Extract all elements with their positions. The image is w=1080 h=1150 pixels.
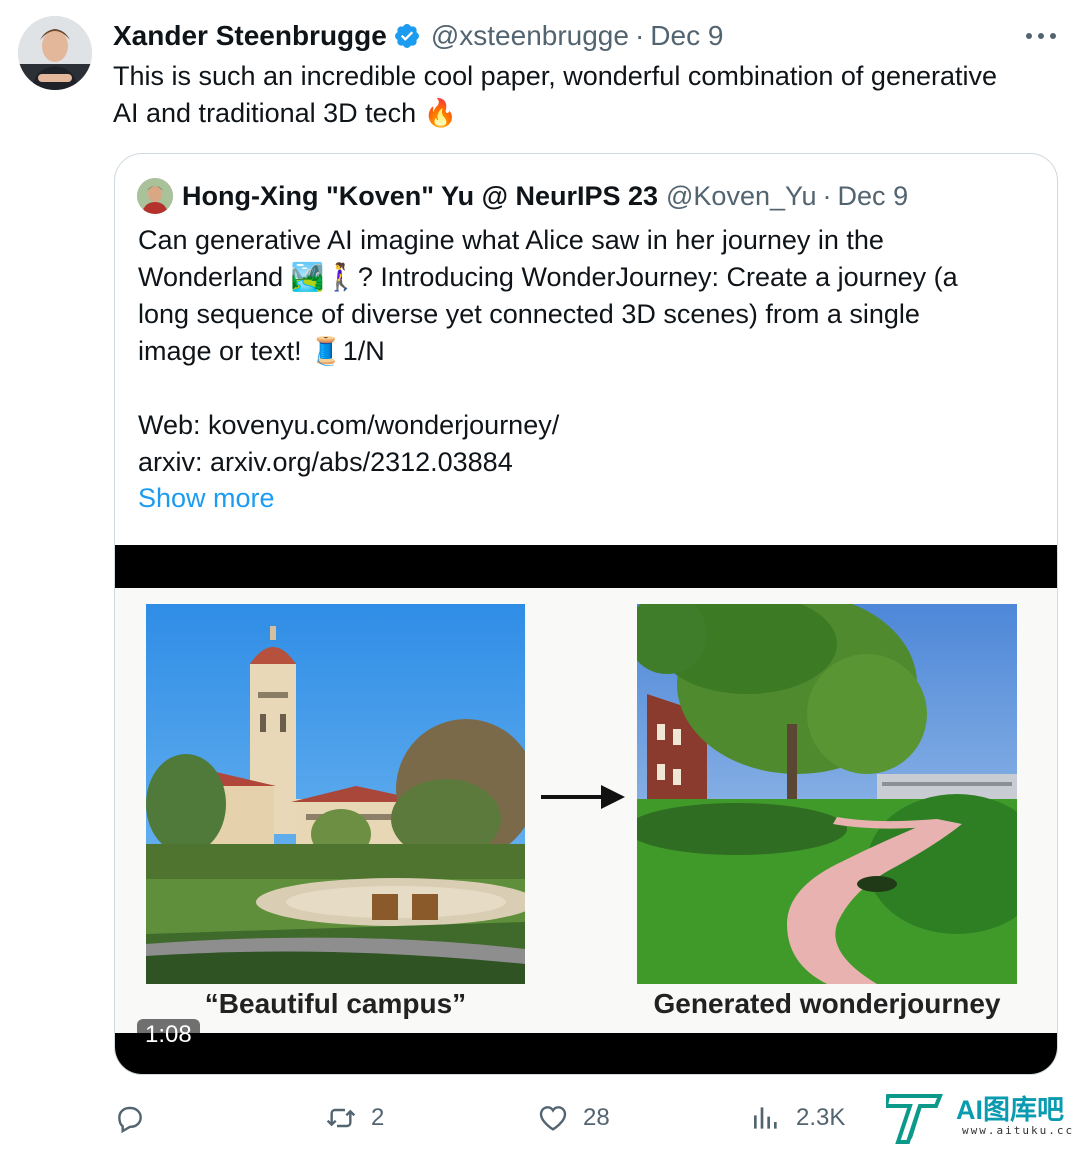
quote-text: Can generative AI imagine what Alice saw…: [138, 222, 1038, 481]
video-player[interactable]: “Beautiful campus” Generated wonderjourn…: [115, 545, 1057, 1074]
like-count: 28: [583, 1104, 610, 1131]
quote-link-web[interactable]: Web: kovenyu.com/wonderjourney/: [138, 407, 1038, 444]
author-handle[interactable]: @xsteenbrugge: [431, 20, 629, 52]
tweet-header: Xander Steenbrugge @xsteenbrugge · Dec 9: [113, 18, 723, 54]
quote-header-separator: ·: [822, 180, 832, 211]
quoted-tweet-card[interactable]: Hong-Xing "Koven" Yu @ NeurIPS 23 @Koven…: [114, 153, 1058, 1075]
caption-output: Generated wonderjourney: [653, 988, 1001, 1019]
video-duration-badge: 1:08: [137, 1019, 200, 1051]
watermark: AI图库吧 www.aituku.cc: [883, 1088, 1076, 1146]
header-separator: ·: [634, 20, 645, 51]
views-chart-icon: [754, 1107, 777, 1129]
quote-author-avatar[interactable]: [137, 178, 173, 214]
verified-badge-icon: [393, 22, 421, 50]
campus-image: [146, 604, 525, 984]
watermark-logo-icon: [883, 1094, 943, 1144]
like-button[interactable]: 28: [537, 1096, 610, 1140]
tweet-text-line: This is such an incredible cool paper, w…: [113, 61, 998, 91]
retweet-button[interactable]: 2: [325, 1096, 384, 1140]
retweet-icon: [326, 1108, 356, 1128]
caption-input: “Beautiful campus”: [204, 988, 467, 1019]
more-options-icon[interactable]: [1026, 22, 1056, 50]
tweet-date[interactable]: Dec 9: [650, 20, 723, 52]
watermark-url: www.aituku.cc: [962, 1124, 1075, 1137]
quote-text-line: [138, 370, 1038, 407]
tweet-text: This is such an incredible cool paper, w…: [113, 58, 1063, 132]
quote-header: Hong-Xing "Koven" Yu @ NeurIPS 23 @Koven…: [182, 178, 908, 214]
watermark-title: AI图库吧: [956, 1095, 1064, 1125]
show-more-link[interactable]: Show more: [138, 480, 275, 517]
quote-text-line: long sequence of diverse yet connected 3…: [138, 299, 920, 329]
quote-date[interactable]: Dec 9: [838, 181, 909, 212]
author-avatar[interactable]: [18, 16, 92, 90]
author-name[interactable]: Xander Steenbrugge: [113, 20, 387, 52]
quote-author-name[interactable]: Hong-Xing "Koven" Yu @ NeurIPS 23: [182, 181, 658, 212]
retweet-count: 2: [371, 1104, 385, 1131]
quote-text-line: Wonderland 🏞️🚶‍♀️? Introducing WonderJou…: [138, 262, 958, 292]
quote-text-line: image or text! 🧵1/N: [138, 336, 385, 366]
views-count: 2.3K: [796, 1104, 846, 1131]
heart-icon: [539, 1106, 567, 1131]
quote-text-line: Can generative AI imagine what Alice saw…: [138, 225, 884, 255]
reply-icon: [118, 1106, 142, 1134]
quote-link-arxiv[interactable]: arxiv: arxiv.org/abs/2312.03884: [138, 444, 1038, 481]
video-frame: “Beautiful campus” Generated wonderjourn…: [115, 588, 1057, 1033]
arrow-right-icon: [541, 785, 625, 809]
tweet-text-line: AI and traditional 3D tech 🔥: [113, 98, 458, 128]
quote-author-handle[interactable]: @Koven_Yu: [666, 181, 817, 212]
views-button[interactable]: 2.3K: [750, 1096, 845, 1140]
generated-image: [637, 604, 1017, 984]
reply-button[interactable]: [114, 1096, 160, 1140]
